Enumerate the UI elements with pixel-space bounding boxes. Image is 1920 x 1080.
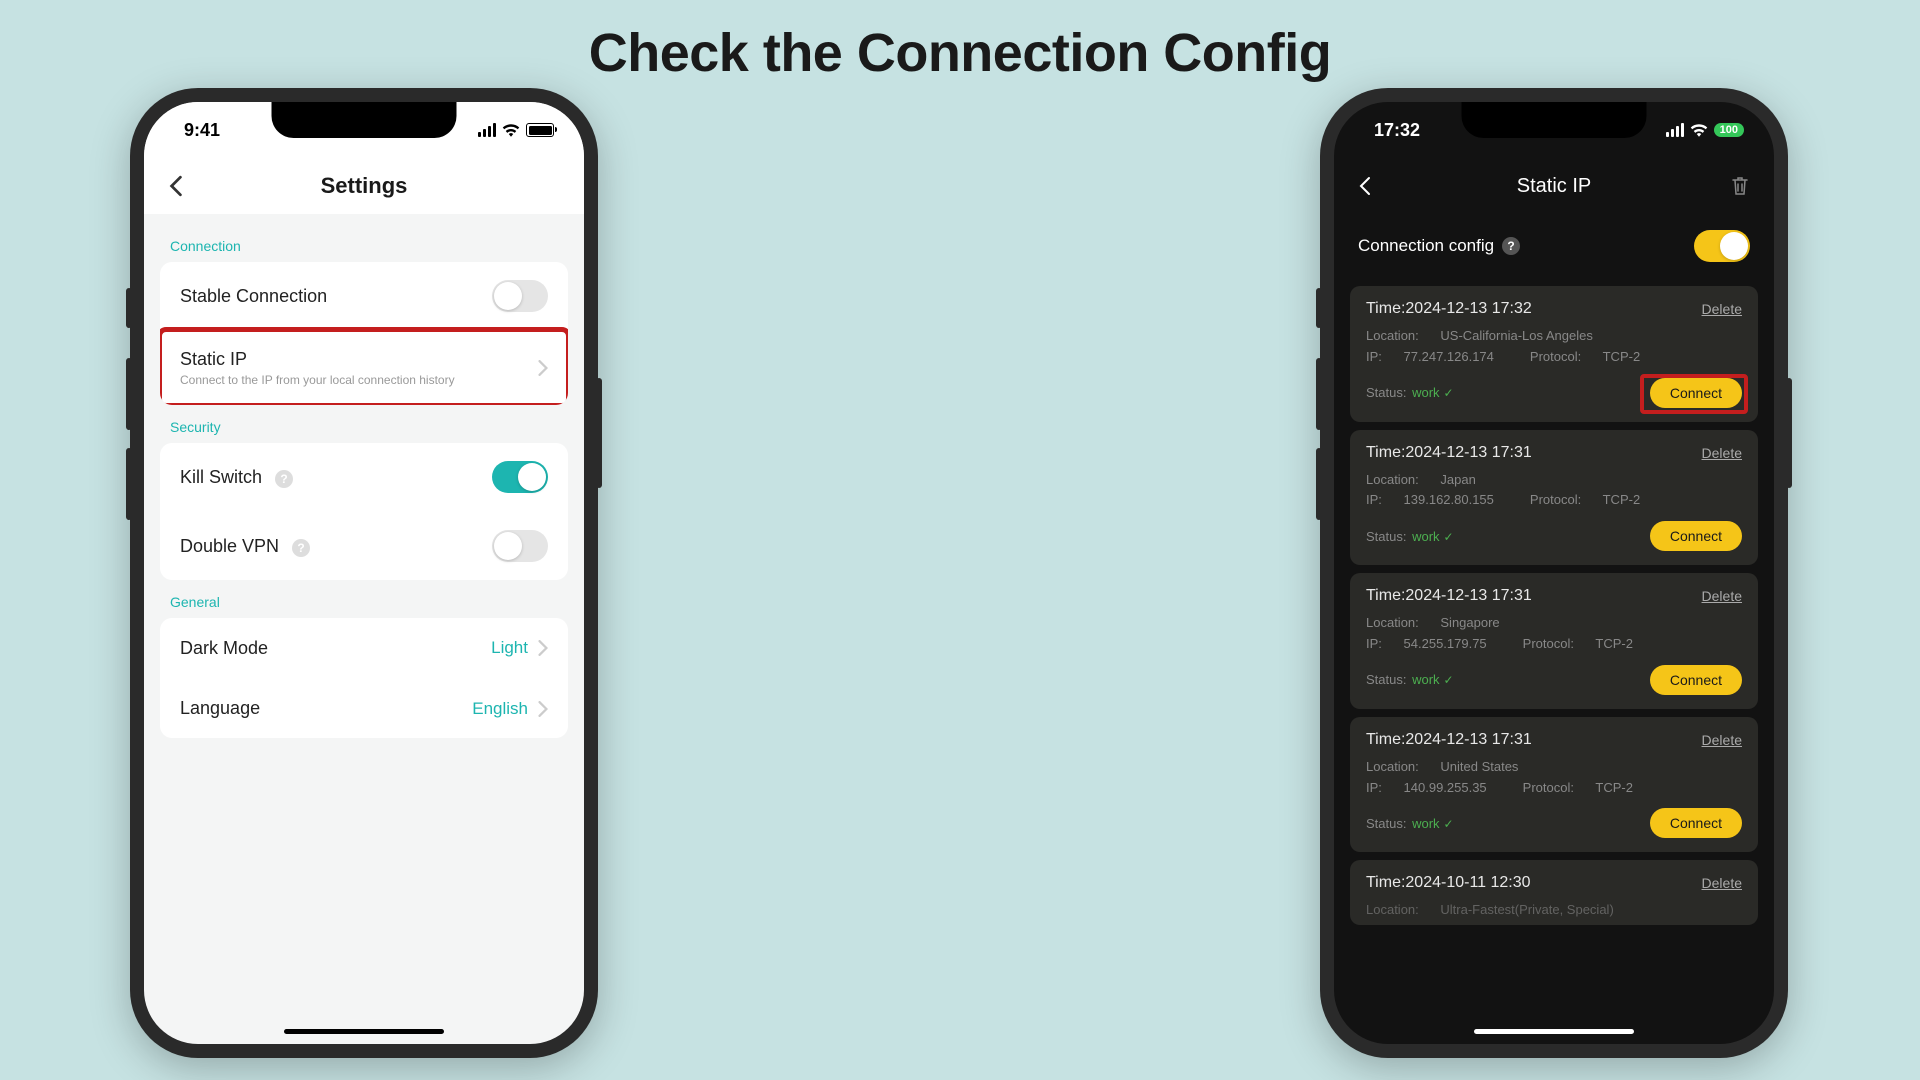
delete-button[interactable]: Delete bbox=[1702, 588, 1742, 604]
entry-time: Time:2024-10-11 12:30 bbox=[1366, 874, 1531, 892]
home-indicator bbox=[284, 1029, 444, 1034]
config-label: Connection config bbox=[1358, 236, 1494, 256]
config-header: Connection config ? bbox=[1334, 214, 1774, 278]
signal-icon bbox=[1666, 123, 1684, 137]
check-icon: ✓ bbox=[1444, 673, 1454, 687]
nav-title: Static IP bbox=[1517, 175, 1591, 198]
chevron-right-icon bbox=[538, 360, 548, 376]
section-label-general: General bbox=[160, 580, 568, 618]
navbar: Settings bbox=[144, 158, 584, 214]
side-button bbox=[126, 288, 132, 328]
stable-toggle[interactable] bbox=[492, 280, 548, 312]
connect-button[interactable]: Connect bbox=[1650, 521, 1742, 551]
entry-time: Time:2024-12-13 17:31 bbox=[1366, 731, 1532, 749]
entry-card: Time:2024-10-11 12:30 Delete Location: U… bbox=[1350, 860, 1758, 925]
entry-card: Time:2024-12-13 17:32 Delete Location: U… bbox=[1350, 286, 1758, 422]
row-label: Kill Switch ? bbox=[180, 467, 293, 488]
entry-meta: Location: US-California-Los Angeles IP: … bbox=[1366, 326, 1742, 368]
phone-right: 17:32 100 Static IP Connection config ? bbox=[1320, 88, 1788, 1058]
trash-icon bbox=[1730, 175, 1750, 197]
config-toggle[interactable] bbox=[1694, 230, 1750, 262]
connect-button[interactable]: Connect bbox=[1650, 808, 1742, 838]
check-icon: ✓ bbox=[1444, 530, 1454, 544]
delete-button[interactable]: Delete bbox=[1702, 875, 1742, 891]
side-button bbox=[1316, 358, 1322, 430]
side-button bbox=[1316, 448, 1322, 520]
row-subtitle: Connect to the IP from your local connec… bbox=[180, 373, 455, 387]
nav-title: Settings bbox=[321, 173, 408, 199]
status-label: Status: work✓ bbox=[1366, 385, 1454, 400]
side-button bbox=[1786, 378, 1792, 488]
battery-icon bbox=[526, 123, 554, 137]
row-label: Stable Connection bbox=[180, 286, 327, 307]
entry-card: Time:2024-12-13 17:31 Delete Location: S… bbox=[1350, 573, 1758, 709]
chevron-left-icon bbox=[168, 175, 184, 197]
delete-button[interactable]: Delete bbox=[1702, 301, 1742, 317]
phone-left: 9:41 Settings Connection Stable Connecti… bbox=[130, 88, 598, 1058]
navbar: Static IP bbox=[1334, 158, 1774, 214]
check-icon: ✓ bbox=[1444, 817, 1454, 831]
double-vpn-row[interactable]: Double VPN ? bbox=[160, 511, 568, 580]
signal-icon bbox=[478, 123, 496, 137]
status-label: Status: work✓ bbox=[1366, 816, 1454, 831]
wifi-icon bbox=[1690, 123, 1708, 137]
language-row[interactable]: Language English bbox=[160, 678, 568, 738]
page-title: Check the Connection Config bbox=[0, 0, 1920, 84]
connect-button[interactable]: Connect bbox=[1650, 378, 1742, 408]
connect-button[interactable]: Connect bbox=[1650, 665, 1742, 695]
row-label: Double VPN ? bbox=[180, 536, 310, 557]
side-button bbox=[126, 358, 132, 430]
entry-time: Time:2024-12-13 17:32 bbox=[1366, 300, 1532, 318]
check-icon: ✓ bbox=[1444, 386, 1454, 400]
side-button bbox=[1316, 288, 1322, 328]
entry-time: Time:2024-12-13 17:31 bbox=[1366, 444, 1532, 462]
home-indicator bbox=[1474, 1029, 1634, 1034]
back-button[interactable] bbox=[168, 175, 184, 197]
entry-card: Time:2024-12-13 17:31 Delete Location: J… bbox=[1350, 430, 1758, 566]
entry-meta: Location: United States IP: 140.99.255.3… bbox=[1366, 757, 1742, 799]
general-card: Dark Mode Light Language English bbox=[160, 618, 568, 738]
chevron-left-icon bbox=[1358, 176, 1372, 196]
section-label-security: Security bbox=[160, 405, 568, 443]
row-label: Static IP bbox=[180, 349, 455, 370]
row-value: English bbox=[472, 699, 528, 719]
section-label-connection: Connection bbox=[160, 224, 568, 262]
help-icon[interactable]: ? bbox=[292, 539, 310, 557]
help-icon[interactable]: ? bbox=[1502, 237, 1520, 255]
kill-switch-row[interactable]: Kill Switch ? bbox=[160, 443, 568, 511]
status-time: 17:32 bbox=[1374, 120, 1420, 141]
row-label: Dark Mode bbox=[180, 638, 268, 659]
side-button bbox=[596, 378, 602, 488]
status-label: Status: work✓ bbox=[1366, 672, 1454, 687]
static-ip-row[interactable]: Static IP Connect to the IP from your lo… bbox=[160, 330, 568, 405]
chevron-right-icon bbox=[538, 640, 548, 656]
entry-meta: Location: Japan IP: 139.162.80.155Protoc… bbox=[1366, 470, 1742, 512]
delete-button[interactable]: Delete bbox=[1702, 445, 1742, 461]
double-vpn-toggle[interactable] bbox=[492, 530, 548, 562]
wifi-icon bbox=[502, 123, 520, 137]
stable-connection-row[interactable]: Stable Connection bbox=[160, 262, 568, 330]
help-icon[interactable]: ? bbox=[275, 470, 293, 488]
notch bbox=[1462, 102, 1647, 138]
battery-pill: 100 bbox=[1714, 123, 1744, 137]
status-time: 9:41 bbox=[184, 120, 220, 141]
security-card: Kill Switch ? Double VPN ? bbox=[160, 443, 568, 580]
entry-card: Time:2024-12-13 17:31 Delete Location: U… bbox=[1350, 717, 1758, 853]
entry-meta: Location: Singapore IP: 54.255.179.75Pro… bbox=[1366, 613, 1742, 655]
notch bbox=[272, 102, 457, 138]
chevron-right-icon bbox=[538, 701, 548, 717]
status-label: Status: work✓ bbox=[1366, 529, 1454, 544]
entry-time: Time:2024-12-13 17:31 bbox=[1366, 587, 1532, 605]
row-value: Light bbox=[491, 638, 528, 658]
entries-list: Time:2024-12-13 17:32 Delete Location: U… bbox=[1334, 278, 1774, 1026]
kill-switch-toggle[interactable] bbox=[492, 461, 548, 493]
connection-card: Stable Connection Static IP Connect to t… bbox=[160, 262, 568, 405]
entry-meta: Location: Ultra-Fastest(Private, Special… bbox=[1366, 900, 1742, 921]
back-button[interactable] bbox=[1358, 176, 1372, 196]
dark-mode-row[interactable]: Dark Mode Light bbox=[160, 618, 568, 678]
row-label: Language bbox=[180, 698, 260, 719]
side-button bbox=[126, 448, 132, 520]
delete-button[interactable]: Delete bbox=[1702, 732, 1742, 748]
trash-button[interactable] bbox=[1730, 175, 1750, 197]
